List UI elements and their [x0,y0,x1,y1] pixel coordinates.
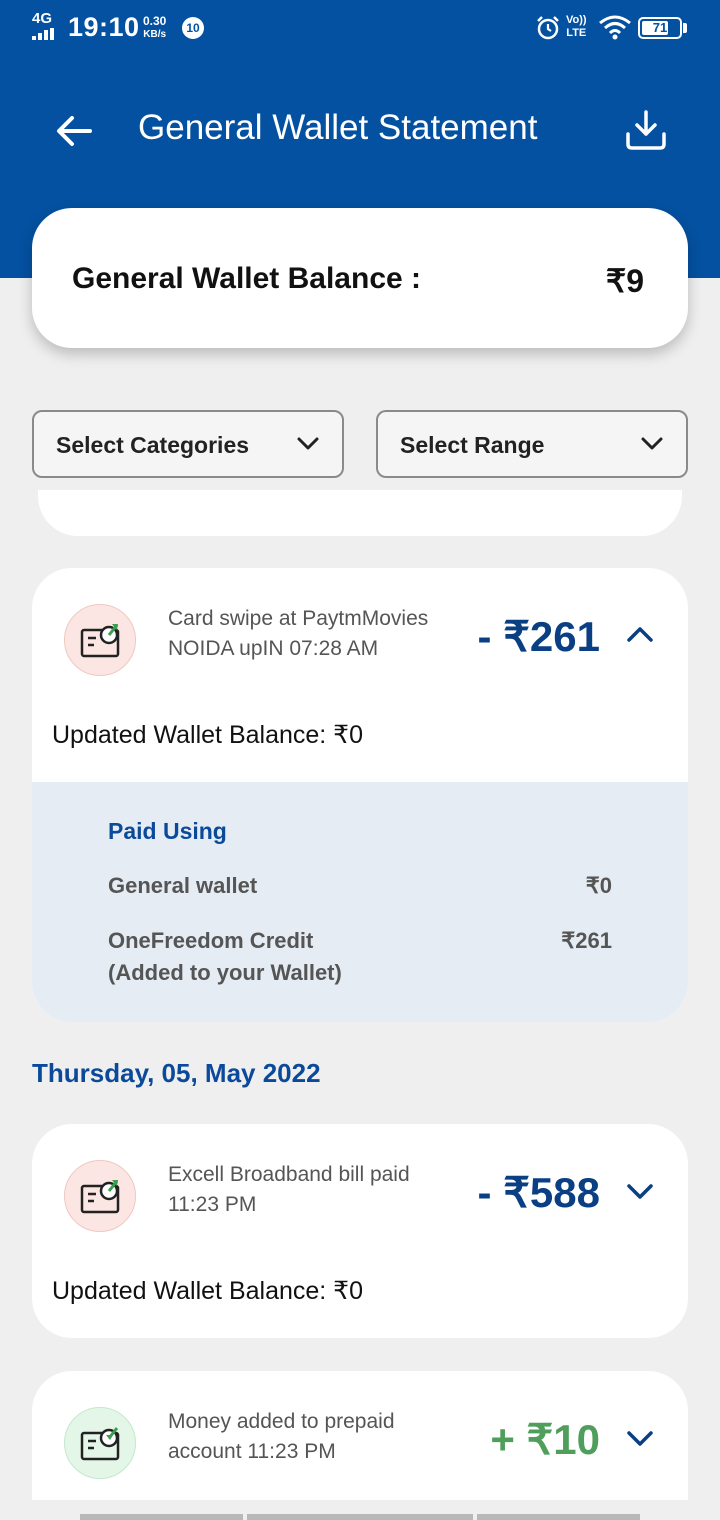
transaction-card[interactable]: Money added to prepaid account 11:23 PM … [32,1371,688,1500]
transaction-amount: + ₹10 [490,1416,600,1463]
transaction-desc-line1: Money added to prepaid [168,1410,395,1433]
transaction-desc-line2: account 11:23 PM [168,1440,336,1463]
transaction-desc-line1: Excell Broadband bill paid [168,1163,410,1186]
speed-unit: KB/s [143,29,167,40]
paid-row-label: General wallet [108,873,258,898]
volte-indicator: Vo)) LTE [566,14,587,40]
network-speed: 0.30 KB/s [143,15,166,41]
transaction-amount: - ₹588 [477,1169,600,1216]
signal-icon [32,28,54,40]
range-dropdown[interactable]: Select Range [376,410,688,478]
transaction-description: Money added to prepaid account 11:23 PM [168,1407,458,1467]
chevron-down-icon[interactable] [626,1427,654,1449]
battery-percent: 71 [652,20,668,35]
transaction-desc-line2: 11:23 PM [168,1193,257,1216]
transaction-card[interactable]: Excell Broadband bill paid 11:23 PM - ₹5… [32,1124,688,1338]
alarm-icon [537,16,559,40]
previous-transaction-card[interactable] [38,490,682,536]
date-header: Thursday, 05, May 2022 [32,1058,321,1088]
chevron-down-icon [641,437,663,450]
speed-value: 0.30 [143,14,167,28]
download-button[interactable] [620,104,672,156]
wallet-debit-icon [64,604,136,676]
transaction-amount: - ₹261 [477,613,600,660]
chevron-up-icon[interactable] [626,624,654,646]
status-bar: 4G 19:10 0.30 KB/s 10 Vo)) LTE 71 [0,0,720,58]
paid-row-value: ₹261 [561,928,612,953]
chevron-down-icon [297,437,319,450]
range-dropdown-label: Select Range [400,432,545,458]
paid-using-panel: Paid Using General wallet ₹0 OneFreedom … [32,782,688,1022]
page-title: General Wallet Statement [138,108,538,147]
back-button[interactable] [50,106,100,156]
paid-row-label: OneFreedom Credit (Added to your Wallet) [108,925,342,989]
volte-bottom-text: LTE [566,27,587,39]
wallet-credit-icon [64,1407,136,1479]
nav-bar-segment [477,1514,640,1520]
paid-row-label-line2: (Added to your Wallet) [108,960,342,985]
volte-top-text: Vo)) [566,14,587,26]
balance-label: General Wallet Balance : [72,262,422,295]
battery-icon: 71 [638,17,682,39]
transaction-card[interactable]: Card swipe at PaytmMovies NOIDA upIN 07:… [32,568,688,1022]
transaction-desc-line1: Card swipe at PaytmMovies [168,607,429,630]
nav-bar-segment [247,1514,473,1520]
clock: 19:10 [68,12,140,42]
wallet-debit-icon [64,1160,136,1232]
network-type: 4G [32,10,53,27]
paid-row-value: ₹0 [585,873,612,898]
paid-using-title: Paid Using [108,818,227,844]
balance-card: General Wallet Balance : ₹9 [32,208,688,348]
categories-dropdown-label: Select Categories [56,432,250,458]
wifi-icon [599,15,631,40]
chevron-down-icon[interactable] [626,1180,654,1202]
arrow-left-icon [57,116,92,146]
transaction-description: Card swipe at PaytmMovies NOIDA upIN 07:… [168,604,458,664]
updated-wallet-balance: Updated Wallet Balance: ₹0 [52,721,363,749]
balance-value: ₹9 [605,263,644,299]
updated-wallet-balance: Updated Wallet Balance: ₹0 [52,1277,363,1305]
categories-dropdown[interactable]: Select Categories [32,410,344,478]
nav-bar-segment [80,1514,243,1520]
notification-count-badge: 10 [182,17,204,39]
paid-row-label-line1: OneFreedom Credit [108,928,314,953]
battery-tip [683,23,687,33]
transaction-description: Excell Broadband bill paid 11:23 PM [168,1160,458,1220]
transaction-desc-line2: NOIDA upIN 07:28 AM [168,637,379,660]
download-icon [626,110,666,150]
